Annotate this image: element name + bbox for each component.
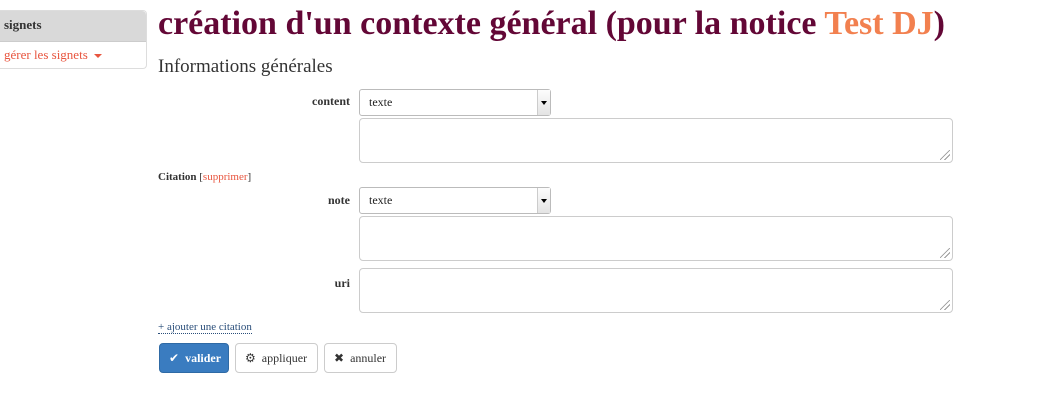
content-label: content <box>312 94 350 108</box>
delete-bracket-close: ] <box>247 171 252 183</box>
section-title: Informations générales <box>158 56 333 77</box>
close-icon: ✖ <box>334 351 345 365</box>
resize-grip-icon[interactable] <box>940 300 950 310</box>
uri-label: uri <box>334 276 350 290</box>
content-type-select[interactable]: texte <box>359 89 551 116</box>
note-textarea[interactable] <box>359 216 953 261</box>
apply-label: appliquer <box>261 351 308 365</box>
manage-bookmarks-menu[interactable]: gérer les signets <box>0 42 146 68</box>
cancel-button[interactable]: ✖ annuler <box>324 343 397 373</box>
note-type-select[interactable]: texte <box>359 187 551 214</box>
uri-textarea[interactable] <box>359 268 953 313</box>
citation-heading: Citation [supprimer] <box>158 171 251 183</box>
apply-button[interactable]: ⚙ appliquer <box>235 343 318 373</box>
bookmarks-header: signets <box>0 11 146 42</box>
manage-bookmarks-label: gérer les signets <box>4 47 88 62</box>
title-prefix: création d'un contexte général (pour la … <box>158 5 825 42</box>
check-icon: ✔ <box>169 351 180 365</box>
content-type-value: texte <box>369 95 393 109</box>
validate-label: valider <box>185 351 222 365</box>
caret-down-icon <box>93 54 102 59</box>
select-arrow-icon <box>537 90 550 115</box>
resize-grip-icon[interactable] <box>940 248 950 258</box>
resize-grip-icon[interactable] <box>940 150 950 160</box>
citation-label: Citation <box>158 171 197 183</box>
note-label: note <box>328 193 350 207</box>
page-title: création d'un contexte général (pour la … <box>158 2 945 46</box>
note-type-value: texte <box>369 193 393 207</box>
cancel-label: annuler <box>350 351 387 365</box>
bookmarks-panel: signets gérer les signets <box>0 10 147 69</box>
title-record-name: Test DJ <box>824 5 934 42</box>
cog-icon: ⚙ <box>245 351 256 365</box>
content-textarea[interactable] <box>359 118 953 163</box>
add-citation-link[interactable]: + ajouter une citation <box>158 321 252 334</box>
validate-button[interactable]: ✔ valider <box>159 343 229 373</box>
delete-citation-link[interactable]: supprimer <box>203 171 248 183</box>
select-arrow-icon <box>537 188 550 213</box>
title-suffix: ) <box>933 5 945 42</box>
